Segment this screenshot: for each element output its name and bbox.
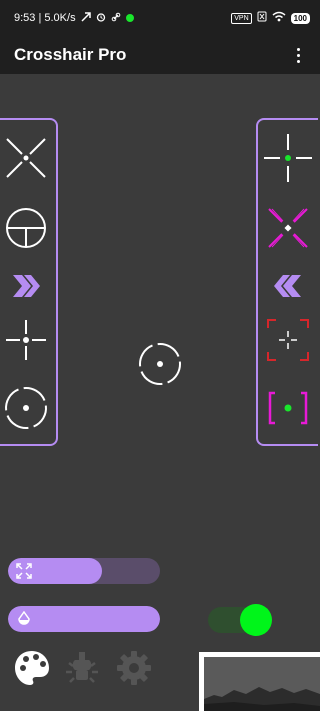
preview-thumbnail-image <box>204 657 320 711</box>
toggle-knob <box>240 604 272 636</box>
green-dot-cross-crosshair-icon[interactable] <box>258 134 318 182</box>
overflow-menu-icon[interactable] <box>288 43 308 67</box>
alarm-icon <box>96 12 106 25</box>
expand-icon <box>16 563 32 579</box>
opacity-slider[interactable] <box>8 606 160 632</box>
status-bar: 9:53 | 5.0K/s VPN 100 <box>0 0 320 36</box>
app-indicator-icon <box>125 14 134 22</box>
preview-thumbnail[interactable] <box>199 652 320 711</box>
settings-gear-icon[interactable] <box>114 648 154 688</box>
lightbulb-icon[interactable] <box>62 648 102 688</box>
next-arrow-icon[interactable] <box>0 262 56 310</box>
status-time: 9:53 | 5.0K/s <box>14 12 76 24</box>
vpn-badge: VPN <box>231 12 252 24</box>
crosshair-toggle-switch[interactable] <box>208 604 274 636</box>
opacity-drop-icon <box>16 610 32 627</box>
left-crosshair-panel <box>0 118 58 446</box>
wifi-icon <box>272 11 286 25</box>
red-bracket-crosshair-icon[interactable] <box>258 316 318 364</box>
palette-icon[interactable] <box>12 648 52 688</box>
scope-crosshair-icon[interactable] <box>0 204 56 252</box>
circle-dot-crosshair-icon[interactable] <box>0 384 56 432</box>
app-bar: Crosshair Pro <box>0 36 320 74</box>
notification-icon <box>81 11 91 25</box>
magenta-x-crosshair-icon[interactable] <box>258 204 318 252</box>
right-crosshair-panel <box>256 118 318 446</box>
no-sim-icon <box>257 11 267 25</box>
prev-arrow-icon[interactable] <box>258 262 318 310</box>
gap-cross-crosshair-icon[interactable] <box>0 316 56 364</box>
battery-indicator: 100 <box>290 12 310 24</box>
link-icon <box>111 12 121 25</box>
magenta-bracket-dot-crosshair-icon[interactable] <box>258 384 318 432</box>
app-title: Crosshair Pro <box>14 45 127 64</box>
size-slider[interactable] <box>8 558 160 584</box>
crosshair-preview[interactable] <box>136 340 184 388</box>
x-crosshair-icon[interactable] <box>0 134 56 182</box>
